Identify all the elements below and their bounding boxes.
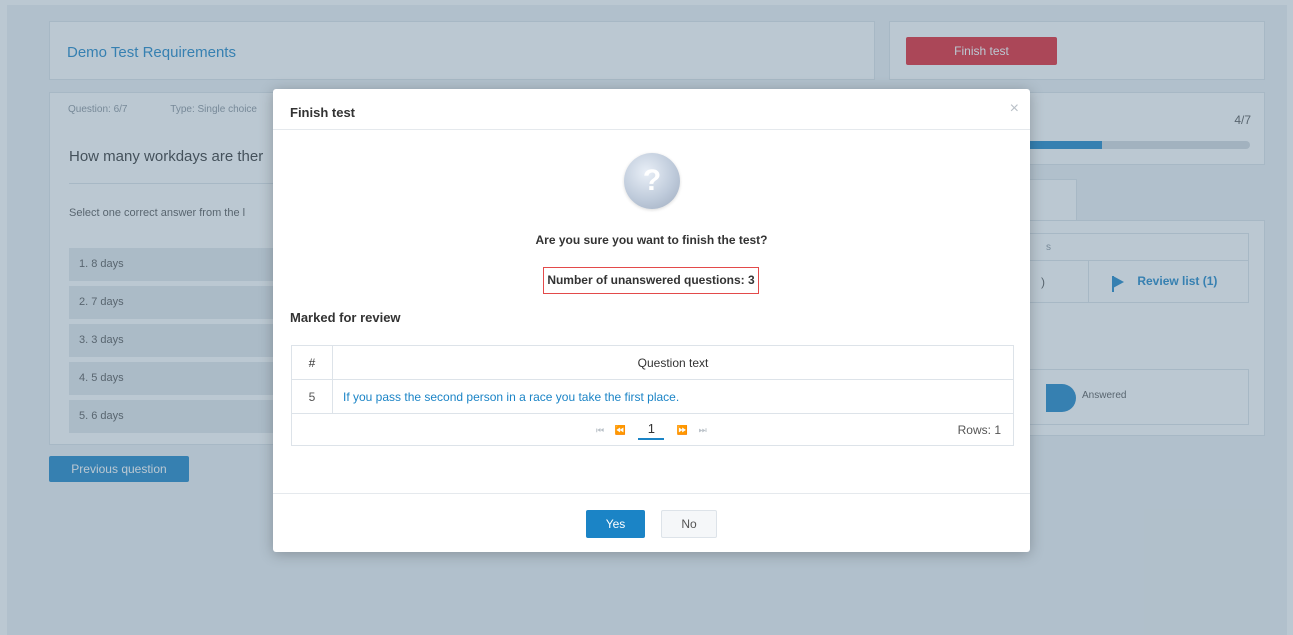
question-mark-icon: ? bbox=[624, 153, 680, 209]
last-page-icon[interactable]: ⏭ bbox=[699, 425, 707, 435]
dialog-header: Finish test × bbox=[273, 89, 1030, 130]
column-header-number: # bbox=[291, 345, 333, 380]
pager: ⏮ ⏪ 1 ⏩ ⏭ bbox=[592, 421, 711, 440]
review-heading: Marked for review bbox=[290, 310, 401, 325]
confirm-message: Are you sure you want to finish the test… bbox=[535, 233, 768, 247]
next-page-icon[interactable]: ⏩ bbox=[677, 425, 688, 435]
current-page[interactable]: 1 bbox=[638, 421, 665, 440]
pager-row: ⏮ ⏪ 1 ⏩ ⏭ Rows: 1 bbox=[291, 413, 1014, 446]
pager-cell: ⏮ ⏪ 1 ⏩ ⏭ Rows: 1 bbox=[291, 413, 1014, 446]
column-header-question-text: Question text bbox=[332, 345, 1014, 380]
close-icon[interactable]: × bbox=[1010, 100, 1019, 118]
previous-page-icon[interactable]: ⏪ bbox=[615, 425, 626, 435]
rows-count: Rows: 1 bbox=[957, 423, 1001, 437]
question-link[interactable]: If you pass the second person in a race … bbox=[332, 379, 1014, 414]
review-table: # Question text 5 If you pass the second… bbox=[291, 345, 1014, 446]
unanswered-count: Number of unanswered questions: 3 bbox=[543, 267, 759, 294]
table-row: 5 If you pass the second person in a rac… bbox=[291, 379, 1014, 414]
dialog-title: Finish test bbox=[290, 105, 356, 120]
dialog-footer: Yes No bbox=[273, 493, 1030, 552]
finish-test-dialog: Finish test × ? Are you sure you want to… bbox=[273, 89, 1030, 552]
yes-button[interactable]: Yes bbox=[586, 510, 645, 538]
review-table-header: # Question text bbox=[291, 345, 1014, 380]
row-number: 5 bbox=[291, 379, 333, 414]
first-page-icon[interactable]: ⏮ bbox=[596, 425, 604, 435]
no-button[interactable]: No bbox=[661, 510, 717, 538]
